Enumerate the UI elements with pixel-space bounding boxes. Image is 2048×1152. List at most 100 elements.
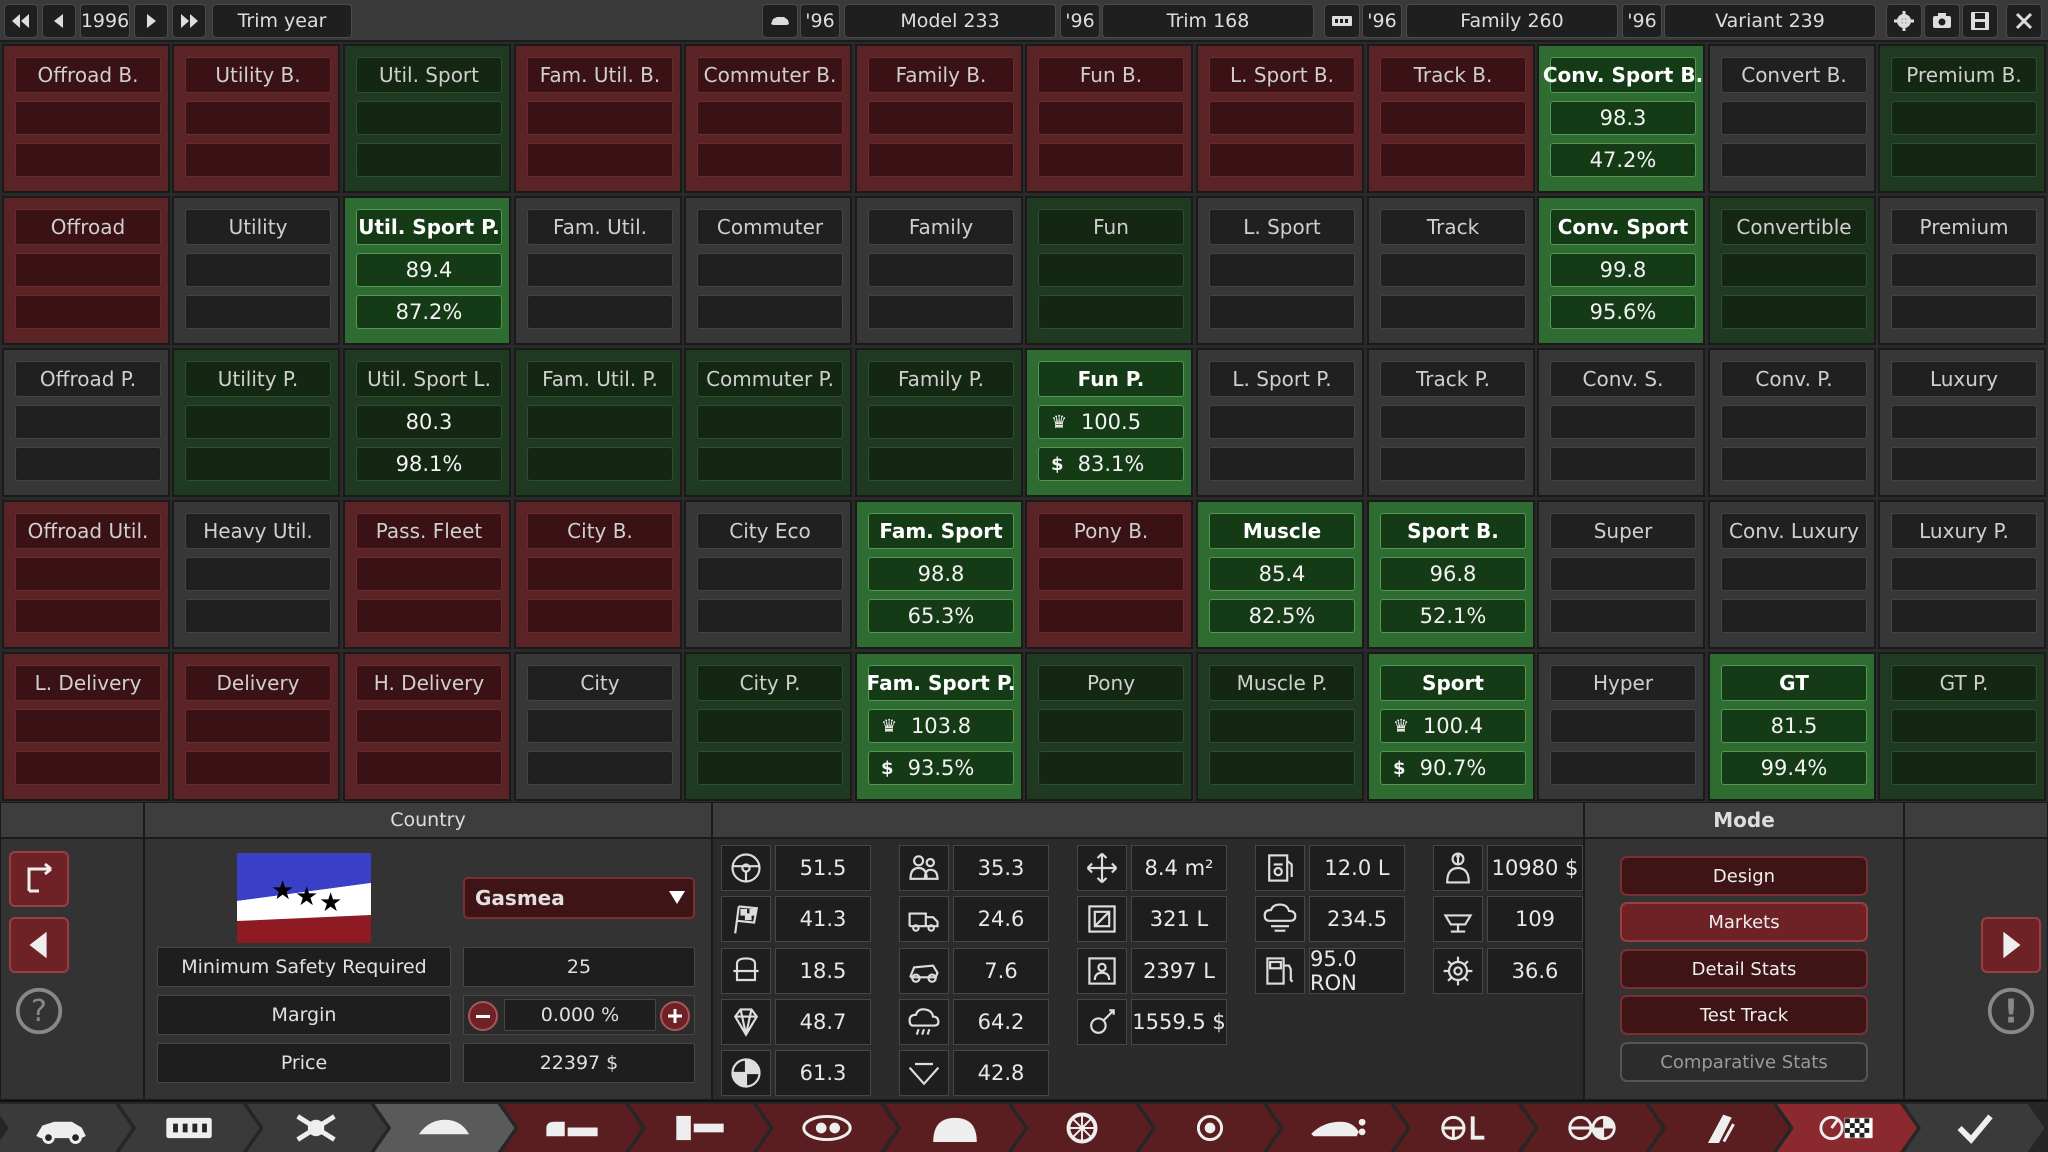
market-cell[interactable]: Luxury P. bbox=[1878, 500, 2046, 649]
market-cell[interactable]: Commuter bbox=[684, 196, 852, 345]
trim-selector[interactable]: Trim 168 bbox=[1102, 4, 1314, 38]
brakes-tab[interactable] bbox=[884, 1104, 1025, 1152]
market-cell[interactable]: Conv. Sport B. 98.3 47.2% bbox=[1537, 44, 1705, 193]
previous-year-button[interactable] bbox=[42, 4, 76, 38]
market-cell[interactable]: Conv. Sport 99.8 95.6% bbox=[1537, 196, 1705, 345]
wheels-tab[interactable] bbox=[1012, 1104, 1152, 1152]
market-cell[interactable]: Offroad bbox=[2, 196, 170, 345]
market-cell[interactable]: City Eco bbox=[684, 500, 852, 649]
market-cell[interactable]: Track bbox=[1367, 196, 1535, 345]
aero-tab[interactable] bbox=[1267, 1104, 1407, 1152]
previous-page-button[interactable] bbox=[9, 917, 69, 973]
market-cell[interactable]: Track B. bbox=[1367, 44, 1535, 193]
market-cell[interactable]: Heavy Util. bbox=[172, 500, 340, 649]
market-cell[interactable]: Fam. Sport 98.8 65.3% bbox=[855, 500, 1023, 649]
market-cell[interactable]: Muscle 85.4 82.5% bbox=[1196, 500, 1364, 649]
skip-forward-icon[interactable] bbox=[172, 4, 206, 38]
safety-tab[interactable] bbox=[1522, 1104, 1662, 1152]
market-cell[interactable]: Muscle P. bbox=[1196, 652, 1364, 801]
market-cell[interactable]: Fam. Util. B. bbox=[514, 44, 682, 193]
market-cell[interactable]: L. Delivery bbox=[2, 652, 170, 801]
camera-icon[interactable] bbox=[1924, 4, 1960, 38]
back-to-design-icon[interactable] bbox=[9, 851, 69, 907]
mode-test-track-button[interactable]: Test Track bbox=[1620, 995, 1868, 1035]
market-cell[interactable]: Premium B. bbox=[1878, 44, 2046, 193]
market-cell[interactable]: Pony B. bbox=[1025, 500, 1193, 649]
close-icon[interactable] bbox=[2006, 4, 2042, 38]
market-cell[interactable]: Util. Sport L. 80.3 98.1% bbox=[343, 348, 511, 497]
engine-tab[interactable] bbox=[119, 1104, 260, 1152]
market-cell[interactable]: Fun bbox=[1025, 196, 1193, 345]
market-cell[interactable]: Track P. bbox=[1367, 348, 1535, 497]
next-page-button[interactable] bbox=[1981, 917, 2041, 973]
market-cell[interactable]: Pony bbox=[1025, 652, 1193, 801]
mode-comparative-stats-button[interactable]: Comparative Stats bbox=[1620, 1042, 1868, 1082]
market-cell[interactable]: Sport B. 96.8 52.1% bbox=[1367, 500, 1535, 649]
body-panels-tab[interactable] bbox=[629, 1104, 770, 1152]
market-cell[interactable]: L. Sport B. bbox=[1196, 44, 1364, 193]
market-cell[interactable]: Conv. Luxury bbox=[1708, 500, 1876, 649]
interior-tab[interactable] bbox=[502, 1104, 642, 1152]
market-cell[interactable]: Luxury bbox=[1878, 348, 2046, 497]
variant-selector[interactable]: Variant 239 bbox=[1664, 4, 1876, 38]
market-cell[interactable]: Offroad B. bbox=[2, 44, 170, 193]
help-icon[interactable]: ? bbox=[9, 983, 69, 1039]
market-cell[interactable]: Pass. Fleet bbox=[343, 500, 511, 649]
trim-year-button[interactable]: Trim year bbox=[212, 4, 352, 38]
margin-decrease-button[interactable] bbox=[468, 1001, 498, 1031]
car-body-tab[interactable] bbox=[0, 1104, 132, 1152]
mode-markets-button[interactable]: Markets bbox=[1620, 902, 1868, 942]
save-icon[interactable] bbox=[1962, 4, 1998, 38]
market-cell[interactable]: Family B. bbox=[855, 44, 1023, 193]
testing-tab[interactable] bbox=[1777, 1104, 1917, 1152]
fixtures-tab[interactable] bbox=[1394, 1104, 1535, 1152]
market-cell[interactable]: Premium bbox=[1878, 196, 2046, 345]
market-cell[interactable]: Sport ♛ 100.4 $90.7% bbox=[1367, 652, 1535, 801]
market-cell[interactable]: Delivery bbox=[172, 652, 340, 801]
market-cell[interactable]: Fam. Util. P. bbox=[514, 348, 682, 497]
settings-gear-icon[interactable] bbox=[1886, 4, 1922, 38]
market-cell[interactable]: Convert B. bbox=[1708, 44, 1876, 193]
market-cell[interactable]: Util. Sport bbox=[343, 44, 511, 193]
market-cell[interactable]: Offroad P. bbox=[2, 348, 170, 497]
next-year-button[interactable] bbox=[134, 4, 168, 38]
market-cell[interactable]: Commuter B. bbox=[684, 44, 852, 193]
market-cell[interactable]: City P. bbox=[684, 652, 852, 801]
finish-tab[interactable] bbox=[1904, 1104, 2045, 1152]
alert-icon[interactable]: ! bbox=[1981, 983, 2041, 1039]
model-selector[interactable]: Model 233 bbox=[844, 4, 1056, 38]
market-cell[interactable]: Convertible bbox=[1708, 196, 1876, 345]
market-cell[interactable]: Fam. Util. bbox=[514, 196, 682, 345]
market-cell[interactable]: Utility B. bbox=[172, 44, 340, 193]
drivetrain-tab[interactable] bbox=[247, 1104, 387, 1152]
skip-back-icon[interactable] bbox=[4, 4, 38, 38]
market-cell[interactable]: Offroad Util. bbox=[2, 500, 170, 649]
market-cell[interactable]: Commuter P. bbox=[684, 348, 852, 497]
market-cell[interactable]: Conv. S. bbox=[1537, 348, 1705, 497]
market-cell[interactable]: L. Sport P. bbox=[1196, 348, 1364, 497]
market-cell[interactable]: Family bbox=[855, 196, 1023, 345]
market-cell[interactable]: L. Sport bbox=[1196, 196, 1364, 345]
margin-increase-button[interactable] bbox=[660, 1001, 690, 1031]
market-cell[interactable]: GT 81.5 99.4% bbox=[1708, 652, 1876, 801]
chassis-tab[interactable] bbox=[374, 1104, 515, 1152]
country-dropdown[interactable]: Gasmea bbox=[463, 877, 695, 919]
family-selector[interactable]: Family 260 bbox=[1406, 4, 1618, 38]
paint-tab[interactable] bbox=[1649, 1104, 1790, 1152]
market-cell[interactable]: Super bbox=[1537, 500, 1705, 649]
margin-value[interactable]: 0.000 % bbox=[504, 999, 656, 1031]
market-cell[interactable]: Fun B. bbox=[1025, 44, 1193, 193]
market-cell[interactable]: City B. bbox=[514, 500, 682, 649]
market-cell[interactable]: Utility P. bbox=[172, 348, 340, 497]
market-cell[interactable]: Conv. P. bbox=[1708, 348, 1876, 497]
market-cell[interactable]: GT P. bbox=[1878, 652, 2046, 801]
market-cell[interactable]: Hyper bbox=[1537, 652, 1705, 801]
market-cell[interactable]: Fun P. ♛ 100.5 $83.1% bbox=[1025, 348, 1193, 497]
mode-detail-stats-button[interactable]: Detail Stats bbox=[1620, 949, 1868, 989]
market-cell[interactable]: Family P. bbox=[855, 348, 1023, 497]
market-cell[interactable]: City bbox=[514, 652, 682, 801]
market-cell[interactable]: Utility bbox=[172, 196, 340, 345]
market-cell[interactable]: H. Delivery bbox=[343, 652, 511, 801]
market-cell[interactable]: Fam. Sport P. ♛ 103.8 $93.5% bbox=[855, 652, 1023, 801]
mode-design-button[interactable]: Design bbox=[1620, 856, 1868, 896]
